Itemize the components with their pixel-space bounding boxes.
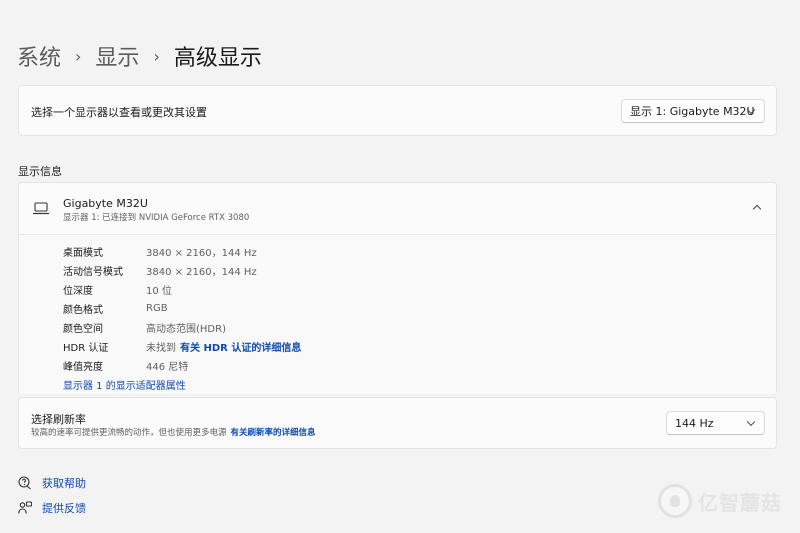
- property-row: 位深度 10 位: [63, 280, 172, 298]
- property-key: 桌面模式: [63, 247, 103, 259]
- watermark-logo: 亿智蘑菇: [658, 484, 782, 518]
- refresh-rate-title: 选择刷新率: [31, 413, 86, 426]
- breadcrumb-display[interactable]: 显示: [95, 40, 139, 72]
- refresh-rate-card: 选择刷新率 较高的速率可提供更流畅的动作，但也使用更多电源 有关刷新率的详细信息 …: [18, 397, 777, 449]
- property-row: 颜色格式 RGB: [63, 299, 168, 317]
- property-value: 3840 × 2160，144 Hz: [146, 247, 257, 259]
- property-key: 活动信号模式: [63, 266, 123, 278]
- display-select-value: 显示 1: Gigabyte M32U: [630, 105, 755, 118]
- page-title: 高级显示: [173, 46, 262, 71]
- hdr-cert-link[interactable]: 有关 HDR 认证的详细信息: [180, 339, 301, 354]
- display-info-header[interactable]: Gigabyte M32U 显示器 1: 已连接到 NVIDIA GeForce…: [19, 183, 776, 235]
- adapter-properties-row: 显示器 1 的显示适配器属性: [63, 375, 186, 393]
- adapter-properties-link[interactable]: 显示器 1 的显示适配器属性: [63, 377, 186, 392]
- property-key: 颜色空间: [63, 323, 103, 335]
- property-value: 446 尼特: [146, 361, 189, 373]
- breadcrumb-separator: ›: [153, 46, 160, 66]
- chevron-down-icon: [746, 417, 756, 427]
- watermark-text: 亿智蘑菇: [698, 490, 782, 515]
- property-key: 位深度: [63, 285, 93, 297]
- monitor-connection: 显示器 1: 已连接到 NVIDIA GeForce RTX 3080: [63, 213, 250, 223]
- refresh-rate-dropdown[interactable]: 144 Hz: [666, 411, 765, 435]
- select-display-card: 选择一个显示器以查看或更改其设置 显示 1: Gigabyte M32U: [18, 85, 777, 136]
- feedback-link[interactable]: 提供反馈: [42, 500, 86, 516]
- monitor-name: Gigabyte M32U: [63, 197, 148, 210]
- section-title-display-info: 显示信息: [18, 165, 62, 178]
- breadcrumb: 系统 › 显示 › 高级显示: [17, 40, 262, 72]
- property-row: 颜色空间 高动态范围(HDR): [63, 318, 226, 336]
- get-help-link[interactable]: 获取帮助: [42, 475, 86, 491]
- property-key: 颜色格式: [63, 304, 103, 316]
- chevron-up-icon[interactable]: [752, 204, 762, 214]
- property-value: RGB: [146, 302, 168, 314]
- display-select-dropdown[interactable]: 显示 1: Gigabyte M32U: [621, 99, 765, 123]
- refresh-rate-link[interactable]: 有关刷新率的详细信息: [231, 428, 316, 438]
- refresh-rate-description: 较高的速率可提供更流畅的动作，但也使用更多电源 有关刷新率的详细信息: [31, 426, 316, 438]
- feedback-icon: [18, 501, 32, 514]
- breadcrumb-system[interactable]: 系统: [17, 40, 61, 72]
- property-row: 桌面模式 3840 × 2160，144 Hz: [63, 242, 257, 260]
- mushroom-logo-icon: [658, 484, 692, 518]
- refresh-rate-value: 144 Hz: [675, 416, 714, 430]
- breadcrumb-separator: ›: [75, 46, 82, 66]
- property-key: 峰值亮度: [63, 361, 103, 373]
- help-chat-icon: [18, 476, 31, 490]
- feedback-row[interactable]: 提供反馈: [18, 500, 86, 516]
- get-help-row[interactable]: 获取帮助: [18, 475, 86, 491]
- laptop-icon: [33, 202, 49, 215]
- property-value: 高动态范围(HDR): [146, 323, 226, 335]
- display-info-details: 桌面模式 3840 × 2160，144 Hz 活动信号模式 3840 × 21…: [19, 236, 776, 394]
- property-row: 活动信号模式 3840 × 2160，144 Hz: [63, 261, 257, 279]
- property-value: 10 位: [146, 285, 172, 297]
- property-value: 3840 × 2160，144 Hz: [146, 266, 257, 278]
- property-key: HDR 认证: [63, 342, 109, 354]
- select-display-label: 选择一个显示器以查看或更改其设置: [31, 106, 207, 119]
- property-value: 未找到: [146, 342, 176, 354]
- refresh-rate-desc-text: 较高的速率可提供更流畅的动作，但也使用更多电源: [31, 428, 227, 438]
- property-row: HDR 认证 未找到 有关 HDR 认证的详细信息: [63, 337, 301, 355]
- display-info-card: Gigabyte M32U 显示器 1: 已连接到 NVIDIA GeForce…: [18, 182, 777, 394]
- property-row: 峰值亮度 446 尼特: [63, 356, 188, 374]
